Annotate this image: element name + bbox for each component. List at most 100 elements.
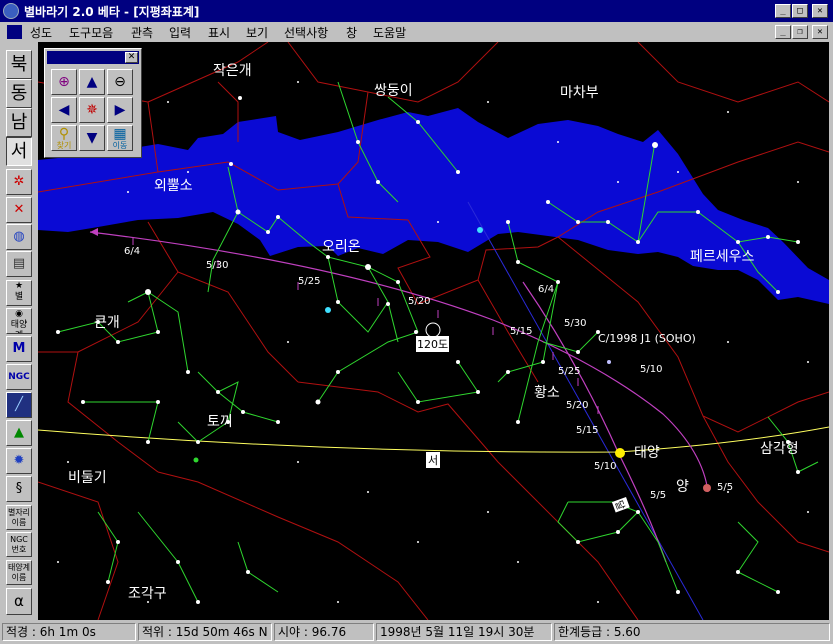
constellation-label: 쌍둥이 (374, 83, 413, 99)
date-label: 5/10 (640, 364, 663, 375)
maximize-button[interactable]: □ (792, 4, 808, 18)
document-icon[interactable] (7, 25, 22, 39)
move-button[interactable]: ▦ 이동 (107, 125, 133, 151)
constellation-label: 토끼 (207, 414, 233, 430)
down-arrow-icon[interactable]: ▼ (79, 125, 105, 151)
east-button[interactable]: 동 (6, 79, 32, 108)
date-label: 5/20 (408, 296, 431, 307)
date-label: 5/25 (558, 366, 581, 377)
sun-icon[interactable]: ✹ (6, 448, 32, 474)
menu-item-display[interactable]: 표시 (208, 24, 230, 41)
blue-star (477, 227, 483, 233)
up-arrow-icon[interactable]: ▲ (79, 69, 105, 95)
date-label: 5/30 (206, 260, 229, 271)
date-label: 5/10 (594, 461, 617, 472)
ngc-numbers-button[interactable]: NGC 번호 (6, 532, 32, 557)
status-bar: 적경 : 6h 1m 0s 적위 : 15d 50m 46s N 시야 : 96… (0, 620, 833, 644)
constellation-label: 작은개 (213, 63, 252, 79)
planet-icon[interactable]: ▲ (6, 420, 32, 446)
constellation-label: 삼각형 (760, 441, 799, 457)
date-label: 5/15 (510, 326, 533, 337)
ecliptic-line (38, 426, 829, 453)
date-label: 5/30 (564, 318, 587, 329)
constellation-label: 페르세우스 (690, 249, 755, 265)
constellation-label: 마차부 (560, 85, 599, 101)
horizon-direction-label: 서 (426, 452, 441, 468)
date-label: 6/4 (538, 284, 555, 295)
menu-item-options[interactable]: 선택사항 (284, 24, 328, 41)
find-label: 찾기 (56, 141, 72, 150)
right-arrow-icon[interactable]: ▶ (107, 97, 133, 123)
west-button[interactable]: 서 (6, 137, 32, 166)
comet-arrow (90, 228, 98, 236)
date-label: 6/4 (124, 246, 141, 257)
sun-object (615, 448, 625, 458)
solar-names-button[interactable]: 태양계 이름 (6, 560, 32, 585)
menu-bar: 성도 도구모음 관측 입력 표시 보기 선택사항 창 도움말 _ ❐ ✕ (0, 22, 833, 42)
mars-object (703, 484, 711, 492)
telescope-icon[interactable]: ╱ (6, 392, 32, 418)
ecliptic-grid-icon[interactable]: ✲ (6, 169, 32, 195)
nav-panel-close-button[interactable]: ✕ (125, 52, 138, 63)
constellation-label: 조각구 (128, 586, 167, 602)
status-field-of-view: 시야 : 96.76 (274, 623, 374, 641)
sky-canvas (38, 42, 829, 620)
globe-icon[interactable]: ◍ (6, 224, 32, 250)
zoom-in-icon[interactable]: ⊕ (51, 69, 77, 95)
fov-circle (425, 322, 441, 338)
south-button[interactable]: 남 (6, 108, 32, 137)
solar-tool-label: 태양계 (10, 320, 28, 333)
eye-icon[interactable]: ◉태양계 (6, 308, 32, 334)
window-edge (829, 42, 833, 620)
menu-item-toolbars[interactable]: 도구모음 (69, 24, 113, 41)
north-button[interactable]: 북 (6, 50, 32, 79)
title-bar: 별바라기 2.0 베타 - [지평좌표계] _ □ ✕ (0, 0, 833, 22)
menu-item-view[interactable]: 보기 (246, 24, 268, 41)
constellation-names-button[interactable]: 별자리 이름 (6, 505, 32, 530)
minimize-button[interactable]: _ (775, 4, 791, 18)
constellation-label: 외뿔소 (154, 178, 193, 194)
status-limit-magnitude: 한계등급 : 5.60 (554, 623, 830, 641)
navigation-panel: ✕ ⊕ ▲ ⊖ ◀ ✵ ▶ ⚲ 찾기 ▼ ▦ 이동 (44, 48, 142, 158)
milky-way (38, 108, 829, 304)
find-button[interactable]: ⚲ 찾기 (51, 125, 77, 151)
close-button[interactable]: ✕ (812, 4, 828, 18)
constellation-label: 오리온 (322, 239, 361, 255)
ngc-icon[interactable]: NGC (6, 364, 32, 390)
app-icon[interactable] (3, 3, 19, 19)
menu-item-chart[interactable]: 성도 (30, 24, 52, 41)
printer-icon[interactable]: ▤ (6, 251, 32, 277)
comet-label: C/1998 J1 (SOHO) (598, 332, 696, 345)
window-title: 별바라기 2.0 베타 - [지평좌표계] (24, 5, 200, 19)
status-datetime: 1998년 5월 11일 19시 30분 (376, 623, 552, 641)
blue-star (325, 307, 331, 313)
date-label: 5/15 (576, 425, 599, 436)
left-arrow-icon[interactable]: ◀ (51, 97, 77, 123)
greek-letter-button[interactable]: α (6, 588, 32, 615)
star-chart-icon[interactable]: ★ 별 (6, 280, 32, 306)
constellation-label: 황소 (534, 385, 560, 401)
zoom-out-icon[interactable]: ⊖ (107, 69, 133, 95)
move-label: 이동 (112, 141, 128, 150)
menu-item-input[interactable]: 입력 (169, 24, 191, 41)
menu-item-help[interactable]: 도움말 (373, 24, 406, 41)
horizon-line (467, 201, 704, 620)
center-icon[interactable]: ✵ (79, 97, 105, 123)
aries-label: 양 (676, 479, 689, 495)
constellation-label: 큰개 (94, 315, 120, 331)
child-restore-button[interactable]: ❐ (792, 25, 808, 39)
menu-item-observe[interactable]: 관측 (131, 24, 153, 41)
sky-chart[interactable]: 작은개 쌍둥이 마차부 외뿔소 오리온 페르세우스 큰개 황소 토끼 비둘기 조… (38, 42, 829, 620)
date-label: 5/25 (298, 276, 321, 287)
stars-tool-label: 별 (14, 292, 24, 302)
child-minimize-button[interactable]: _ (775, 25, 791, 39)
child-close-button[interactable]: ✕ (812, 25, 828, 39)
left-toolbar: 북 동 남 서 ✲ ✕ ◍ ▤ ★별 ◉태양계 M NGC ╱ ▲ ✹ § 별자… (0, 42, 38, 620)
menu-item-window[interactable]: 창 (346, 24, 357, 41)
messier-icon[interactable]: M (6, 336, 32, 362)
fov-label: 120도 (416, 336, 450, 352)
sun-label: 태양 (634, 445, 660, 461)
cross-icon[interactable]: ✕ (6, 197, 32, 223)
comet-object (607, 360, 611, 364)
spiral-icon[interactable]: § (6, 476, 32, 502)
